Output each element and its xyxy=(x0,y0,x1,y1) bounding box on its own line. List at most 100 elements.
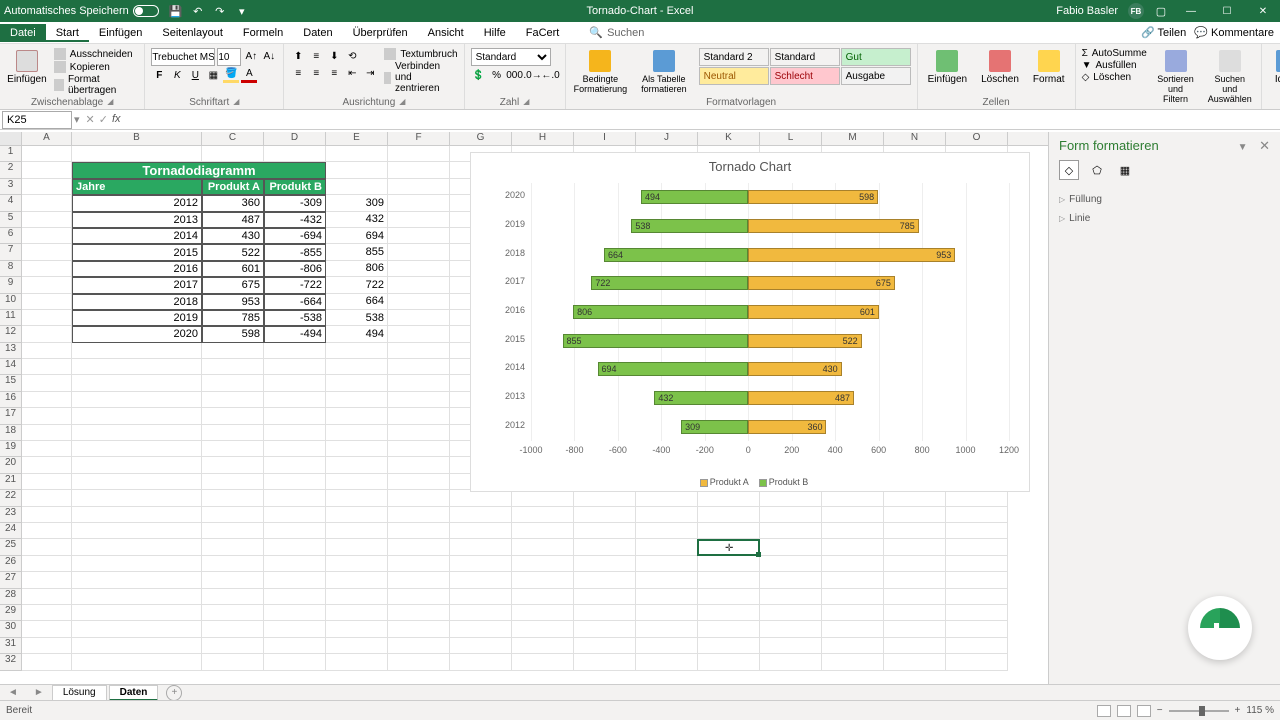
cell[interactable] xyxy=(202,654,264,670)
cell[interactable]: 2019 xyxy=(72,310,202,326)
page-layout-view-button[interactable] xyxy=(1117,705,1131,717)
cell[interactable]: -494 xyxy=(264,326,326,342)
cell[interactable] xyxy=(450,507,512,523)
cell[interactable] xyxy=(822,572,884,588)
column-header[interactable]: E xyxy=(326,132,388,145)
add-sheet-button[interactable]: + xyxy=(166,685,182,701)
comments-button[interactable]: 💬 Kommentare xyxy=(1194,26,1274,39)
cell[interactable] xyxy=(264,539,326,555)
cell[interactable] xyxy=(388,195,450,211)
orientation-button[interactable]: ⟲ xyxy=(344,48,360,64)
style-bad[interactable]: Schlecht xyxy=(770,67,840,85)
font-name-combo[interactable] xyxy=(151,48,215,66)
cell[interactable] xyxy=(388,539,450,555)
cell[interactable]: 494 xyxy=(326,326,388,342)
zoom-level[interactable]: 115 % xyxy=(1246,705,1274,716)
cell[interactable] xyxy=(326,556,388,572)
cell[interactable] xyxy=(388,457,450,473)
cell[interactable]: 2017 xyxy=(72,277,202,293)
cell[interactable] xyxy=(574,556,636,572)
cell[interactable] xyxy=(698,539,760,555)
cell[interactable] xyxy=(698,490,760,506)
cell[interactable] xyxy=(636,572,698,588)
select-all-corner[interactable] xyxy=(0,132,22,145)
zoom-out-button[interactable]: − xyxy=(1157,705,1163,716)
cell[interactable]: -694 xyxy=(264,228,326,244)
cell[interactable] xyxy=(946,638,1008,654)
cell[interactable] xyxy=(326,392,388,408)
cell[interactable] xyxy=(884,507,946,523)
cell[interactable] xyxy=(264,343,326,359)
cell[interactable] xyxy=(450,572,512,588)
cell[interactable] xyxy=(22,589,72,605)
row-header[interactable]: 3 xyxy=(0,179,22,195)
cell[interactable] xyxy=(72,572,202,588)
cell[interactable]: 2015 xyxy=(72,244,202,260)
cell[interactable] xyxy=(698,638,760,654)
cell[interactable]: 675 xyxy=(202,277,264,293)
save-icon[interactable]: 💾 xyxy=(169,4,183,18)
cell[interactable]: 487 xyxy=(202,212,264,228)
cell[interactable] xyxy=(72,507,202,523)
cell[interactable] xyxy=(450,638,512,654)
cell[interactable] xyxy=(512,539,574,555)
format-as-table-button[interactable]: Als Tabelle formatieren xyxy=(635,48,692,96)
column-header[interactable]: O xyxy=(946,132,1008,145)
cell[interactable] xyxy=(22,474,72,490)
cell[interactable] xyxy=(698,621,760,637)
cell[interactable] xyxy=(264,589,326,605)
cell[interactable] xyxy=(450,523,512,539)
indent-inc-button[interactable]: ⇥ xyxy=(362,65,378,81)
cell[interactable] xyxy=(388,162,450,178)
cell[interactable] xyxy=(264,621,326,637)
cell[interactable] xyxy=(326,375,388,391)
cell[interactable] xyxy=(760,539,822,555)
cell[interactable] xyxy=(574,589,636,605)
cell[interactable] xyxy=(388,441,450,457)
cell[interactable] xyxy=(22,621,72,637)
chart-bar-neg[interactable]: 538 xyxy=(631,219,748,233)
cell[interactable] xyxy=(388,638,450,654)
user-avatar[interactable]: FB xyxy=(1128,3,1144,19)
row-header[interactable]: 7 xyxy=(0,244,22,260)
sheet-nav-next[interactable]: ► xyxy=(26,687,52,698)
cut-button[interactable]: Ausschneiden xyxy=(54,48,139,60)
maximize-button[interactable]: ☐ xyxy=(1214,2,1240,20)
cell[interactable]: -432 xyxy=(264,212,326,228)
cell[interactable] xyxy=(822,654,884,670)
cell[interactable]: 2018 xyxy=(72,294,202,310)
cell[interactable] xyxy=(388,146,450,162)
cell[interactable]: 360 xyxy=(202,195,264,211)
cell[interactable] xyxy=(636,539,698,555)
cancel-formula-icon[interactable]: ✕ xyxy=(86,113,95,126)
worksheet-grid[interactable]: ABCDEFGHIJKLMNO 12Tornadodiagramm3JahreP… xyxy=(0,132,1048,684)
align-center-button[interactable]: ≡ xyxy=(308,65,324,81)
cell[interactable] xyxy=(264,146,326,162)
cell[interactable] xyxy=(388,392,450,408)
cell[interactable] xyxy=(574,490,636,506)
cell[interactable] xyxy=(388,179,450,195)
cell[interactable]: 2013 xyxy=(72,212,202,228)
cell[interactable]: 2012 xyxy=(72,195,202,211)
cell[interactable] xyxy=(636,507,698,523)
cell[interactable] xyxy=(22,392,72,408)
cell[interactable] xyxy=(264,375,326,391)
cell[interactable] xyxy=(326,425,388,441)
cell[interactable]: 722 xyxy=(326,277,388,293)
toggle-off-icon[interactable] xyxy=(133,5,159,17)
cell[interactable] xyxy=(22,375,72,391)
bold-button[interactable]: F xyxy=(151,67,167,83)
cell[interactable]: 785 xyxy=(202,310,264,326)
cell[interactable] xyxy=(388,212,450,228)
cell[interactable] xyxy=(72,638,202,654)
cell[interactable] xyxy=(698,605,760,621)
cell[interactable] xyxy=(326,179,388,195)
cell[interactable] xyxy=(264,392,326,408)
cell[interactable] xyxy=(822,490,884,506)
cell[interactable] xyxy=(760,589,822,605)
row-header[interactable]: 1 xyxy=(0,146,22,162)
cell[interactable] xyxy=(326,605,388,621)
cell[interactable] xyxy=(512,654,574,670)
row-header[interactable]: 6 xyxy=(0,228,22,244)
clear-button[interactable]: ◇Löschen xyxy=(1082,72,1147,83)
